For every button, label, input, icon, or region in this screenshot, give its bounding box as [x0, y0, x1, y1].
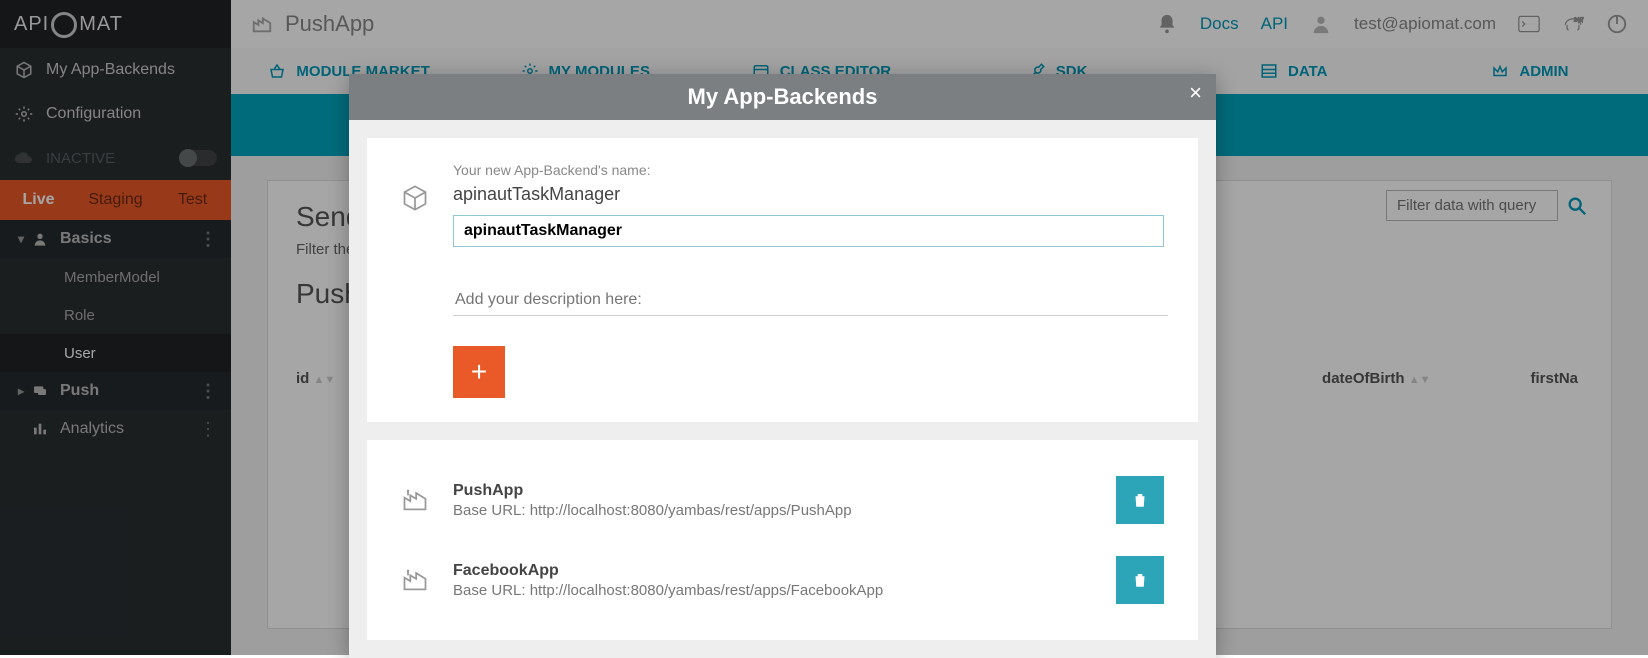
new-backend-panel: Your new App-Backend's name: apinautTask… — [367, 138, 1198, 422]
delete-backend-button[interactable] — [1116, 556, 1164, 604]
backend-url: Base URL: http://localhost:8080/yambas/r… — [453, 582, 1098, 599]
cube-icon — [401, 184, 435, 212]
add-backend-button[interactable]: + — [453, 346, 505, 398]
backends-list-panel: PushApp Base URL: http://localhost:8080/… — [367, 440, 1198, 640]
modal-title: My App-Backends — [688, 84, 878, 110]
backend-name: FacebookApp — [453, 562, 1098, 580]
backend-row[interactable]: PushApp Base URL: http://localhost:8080/… — [401, 464, 1164, 536]
trash-icon — [1131, 571, 1149, 589]
backend-name: PushApp — [453, 482, 1098, 500]
close-icon[interactable]: × — [1189, 82, 1202, 104]
new-backend-desc-input[interactable] — [453, 285, 1168, 316]
factory-icon — [401, 566, 435, 594]
new-backend-name-display: apinautTaskManager — [453, 184, 1164, 205]
backend-url: Base URL: http://localhost:8080/yambas/r… — [453, 502, 1098, 519]
modal-header: My App-Backends × — [349, 74, 1216, 120]
delete-backend-button[interactable] — [1116, 476, 1164, 524]
trash-icon — [1131, 491, 1149, 509]
new-backend-name-input[interactable] — [453, 215, 1164, 247]
modal-my-backends: My App-Backends × Your new App-Backend's… — [349, 74, 1216, 658]
factory-icon — [401, 486, 435, 514]
plus-icon: + — [471, 356, 487, 388]
backend-row[interactable]: FacebookApp Base URL: http://localhost:8… — [401, 544, 1164, 616]
new-backend-label: Your new App-Backend's name: — [453, 162, 1164, 178]
